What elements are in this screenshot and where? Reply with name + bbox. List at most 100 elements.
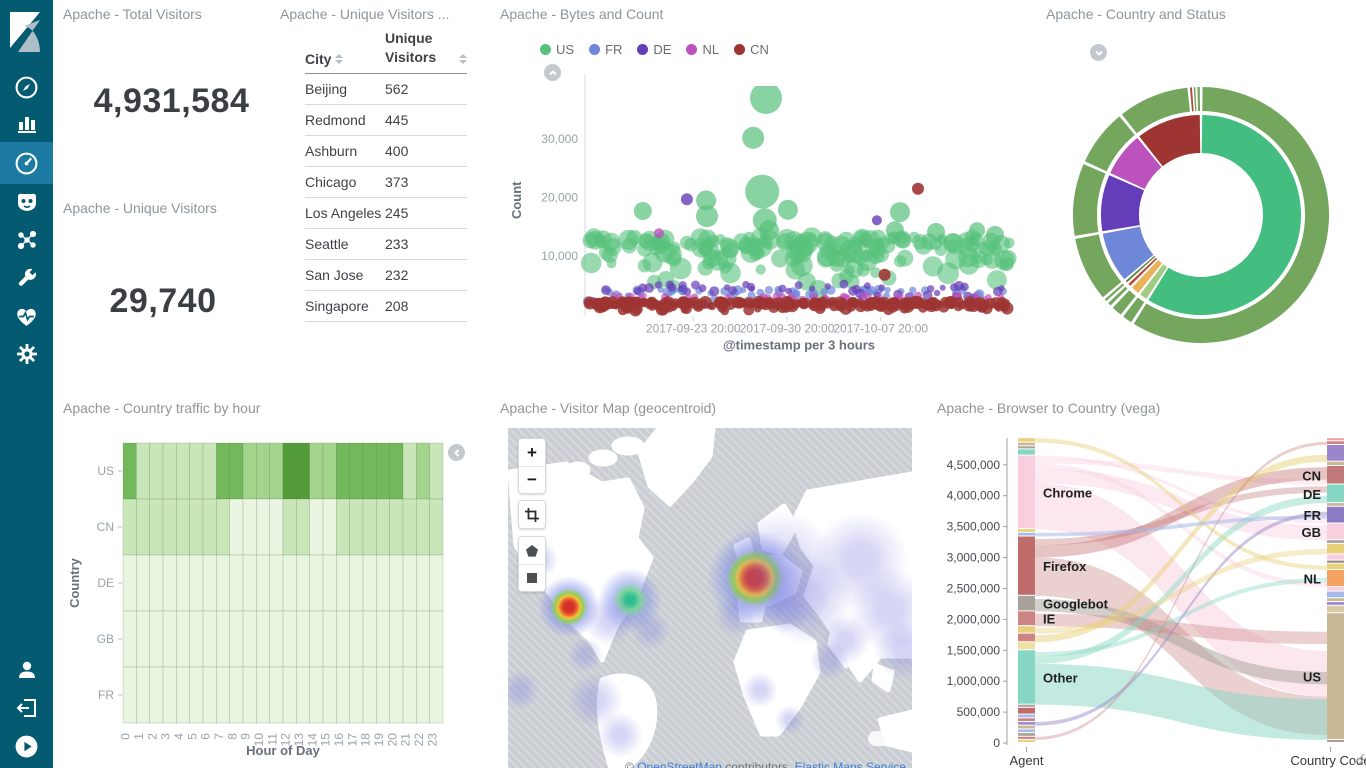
sidebar-collapse-toggle[interactable] [0, 725, 53, 767]
map-boxzoom-control [518, 500, 546, 529]
cell-city: Beijing [305, 81, 385, 97]
sidebar-item-account[interactable] [0, 649, 53, 691]
table-row: San Jose232 [305, 260, 467, 291]
svg-text:Count: Count [509, 181, 524, 219]
plus-icon: + [527, 443, 537, 463]
svg-text:0: 0 [119, 733, 133, 740]
svg-text:22: 22 [412, 733, 426, 747]
svg-text:0: 0 [993, 736, 1000, 750]
svg-text:2: 2 [145, 733, 159, 740]
svg-text:2017-09-30 20:00: 2017-09-30 20:00 [740, 322, 835, 336]
sidebar-item-graph[interactable] [0, 219, 53, 261]
sort-icon [459, 54, 467, 64]
svg-text:30,000: 30,000 [541, 132, 578, 146]
table-sort-header-unique-visitors[interactable]: Unique Visitors [385, 29, 467, 67]
sidebar-item-management[interactable] [0, 333, 53, 375]
panel-title-unique-visitors: Apache - Unique Visitors [63, 200, 217, 216]
svg-text:US: US [1303, 670, 1321, 685]
svg-text:CN: CN [97, 520, 114, 534]
panel-title-unique-visitors-table: Apache - Unique Visitors ... [280, 6, 449, 22]
svg-text:Firefox: Firefox [1043, 559, 1087, 574]
bytes-count-scatter-chart[interactable]: 10,00020,00030,000Count2017-09-23 20:002… [497, 0, 1030, 390]
cell-city: Singapore [305, 298, 385, 314]
pentagon-icon [525, 544, 539, 558]
visitor-map[interactable]: + − © OpenStreetMap contributors, Elasti… [508, 428, 912, 768]
map-box-zoom-button[interactable] [519, 501, 545, 528]
panel-title-visitor-map: Apache - Visitor Map (geocentroid) [500, 400, 716, 416]
map-zoom-in-button[interactable]: + [519, 439, 545, 466]
sidebar-item-monitoring[interactable] [0, 295, 53, 337]
kibana-logo[interactable] [0, 8, 53, 56]
elastic-maps-service-link[interactable]: Elastic Maps Service [795, 760, 906, 768]
heat-spot-blue [762, 586, 810, 634]
heat-spot-blue [742, 672, 778, 708]
svg-text:1: 1 [132, 733, 146, 740]
openstreetmap-link[interactable]: OpenStreetMap [637, 760, 722, 768]
svg-text:Googlebot: Googlebot [1043, 597, 1109, 612]
svg-text:NL: NL [1304, 572, 1321, 587]
map-draw-rect-button[interactable] [519, 564, 545, 591]
table-row: Seattle233 [305, 229, 467, 260]
metric-total-visitors: 4,931,584 [63, 82, 280, 121]
table-sort-header-city[interactable]: City [305, 51, 385, 67]
svg-text:IE: IE [1043, 612, 1056, 627]
svg-text:8: 8 [225, 733, 239, 740]
map-draw-controls [518, 536, 546, 592]
table-body: Beijing562Redmond445Ashburn400Chicago373… [305, 74, 467, 322]
svg-text:GB: GB [97, 632, 114, 646]
cell-city: Chicago [305, 174, 385, 190]
browser-country-sankey-chart[interactable]: ChromeFirefoxGooglebotIEOtherCNDEFRGBNLU… [930, 390, 1366, 768]
map-zoom-out-button[interactable]: − [519, 466, 545, 493]
svg-text:FR: FR [98, 688, 114, 702]
svg-text:4: 4 [172, 733, 186, 740]
map-draw-polygon-button[interactable] [519, 537, 545, 564]
svg-text:500,000: 500,000 [957, 705, 1001, 719]
country-status-donut-chart[interactable] [1030, 0, 1366, 390]
svg-text:Hour of Day: Hour of Day [246, 743, 320, 758]
svg-text:19: 19 [372, 733, 386, 747]
svg-text:DE: DE [1303, 487, 1321, 502]
svg-text:4,500,000: 4,500,000 [947, 458, 1001, 472]
svg-text:GB: GB [1302, 525, 1322, 540]
cell-city: Ashburn [305, 143, 385, 159]
svg-text:1,500,000: 1,500,000 [947, 643, 1001, 657]
svg-text:1,000,000: 1,000,000 [947, 674, 1001, 688]
cell-unique-visitors: 245 [385, 205, 467, 221]
svg-text:5: 5 [185, 733, 199, 740]
sidebar-item-logout[interactable] [0, 687, 53, 729]
cell-unique-visitors: 562 [385, 81, 467, 97]
attribution-toggle[interactable] [868, 731, 894, 746]
cell-unique-visitors: 445 [385, 112, 467, 128]
svg-text:21: 21 [399, 733, 413, 747]
cell-unique-visitors: 373 [385, 174, 467, 190]
svg-text:DE: DE [97, 576, 114, 590]
heat-spot-blue [630, 610, 670, 650]
cell-unique-visitors: 208 [385, 298, 467, 314]
svg-text:2017-09-23 20:00: 2017-09-23 20:00 [646, 322, 741, 336]
svg-text:20: 20 [385, 733, 399, 747]
cell-unique-visitors: 232 [385, 267, 467, 283]
sidebar-item-visualize[interactable] [0, 103, 53, 145]
sidebar-item-dashboard[interactable] [0, 142, 53, 184]
svg-text:20,000: 20,000 [541, 191, 578, 205]
svg-text:FR: FR [1304, 508, 1322, 523]
svg-text:18: 18 [359, 733, 373, 747]
unique-visitors-table: City Unique Visitors Beijing562 Redmond44… [305, 28, 467, 322]
table-row: Redmond445 [305, 105, 467, 136]
map-zoom-controls: + − [518, 438, 546, 494]
svg-text:9: 9 [239, 733, 253, 740]
kibana-dashboard: Apache - Total Visitors 4,931,584 Apache… [0, 0, 1366, 768]
country-traffic-heatmap[interactable]: USCNDEGBFR012345678910111213141516171819… [63, 390, 497, 768]
cell-city: Seattle [305, 236, 385, 252]
sidebar-item-discover[interactable] [0, 66, 53, 108]
svg-text:3,500,000: 3,500,000 [947, 520, 1001, 534]
table-row: Singapore208 [305, 291, 467, 322]
sidebar-item-dev-tools[interactable] [0, 257, 53, 299]
svg-text:Country: Country [67, 557, 82, 608]
heat-spot-blue [775, 705, 805, 735]
svg-text:4,000,000: 4,000,000 [947, 489, 1001, 503]
svg-text:Chrome: Chrome [1043, 485, 1092, 500]
crop-icon [524, 507, 540, 523]
svg-text:CN: CN [1302, 468, 1321, 483]
sidebar-item-timelion[interactable] [0, 181, 53, 223]
